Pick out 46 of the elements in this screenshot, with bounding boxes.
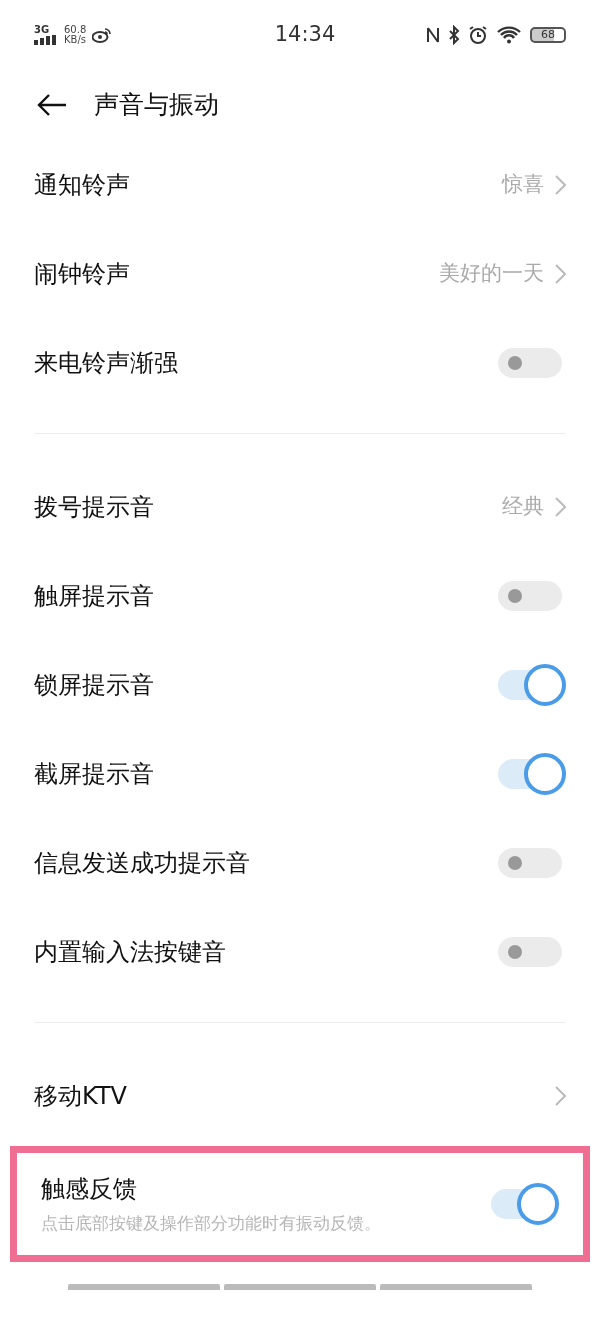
settings-row[interactable]: 移动KTV: [0, 1051, 600, 1140]
row-label: 移动KTV: [34, 1080, 128, 1112]
row-label: 来电铃声渐强: [34, 347, 179, 379]
settings-row[interactable]: 通知铃声 惊喜: [0, 140, 600, 229]
signal-icon: [34, 35, 58, 45]
row-label: 闹钟铃声: [34, 258, 131, 290]
nfc-icon: [426, 25, 440, 45]
speed-unit: KB/s: [64, 35, 87, 45]
row-label: 内置输入法按键音: [34, 936, 227, 968]
bluetooth-icon: [448, 25, 460, 45]
chevron-icon: [554, 262, 566, 285]
row-label: 触屏提示音: [34, 580, 155, 612]
battery: 68: [530, 27, 566, 43]
settings-row[interactable]: 锁屏提示音: [0, 640, 600, 729]
toggle-switch[interactable]: [498, 752, 566, 795]
settings-row[interactable]: 拨号提示音 经典: [0, 462, 600, 551]
settings-row[interactable]: 信息发送成功提示音: [0, 818, 600, 907]
eye-logo-icon: [92, 27, 113, 43]
row-label: 信息发送成功提示音: [34, 847, 251, 879]
row-label: 通知铃声: [34, 169, 131, 201]
row-description: 点击底部按键及操作部分功能时有振动反馈。: [41, 1212, 382, 1235]
settings-row[interactable]: 触感反馈 点击底部按键及操作部分功能时有振动反馈。: [35, 1161, 565, 1247]
row-label: 截屏提示音: [34, 758, 155, 790]
chevron-icon: [554, 173, 566, 196]
back-arrow-icon[interactable]: [36, 93, 68, 117]
toggle-switch[interactable]: [498, 663, 566, 706]
wifi-icon: [496, 25, 522, 45]
page-title: 声音与振动: [94, 89, 219, 122]
settings-row[interactable]: 来电铃声渐强: [0, 318, 600, 407]
settings-row[interactable]: 内置输入法按键音: [0, 907, 600, 996]
row-value: 美好的一天: [439, 259, 544, 287]
row-value: 惊喜: [502, 170, 544, 198]
row-value: 经典: [502, 492, 544, 520]
settings-row[interactable]: 截屏提示音: [0, 729, 600, 818]
row-label: 拨号提示音: [34, 491, 155, 523]
network-type: 3G: [34, 25, 50, 35]
clock: 14:34: [273, 21, 337, 49]
network-speed: 60.8: [64, 25, 87, 35]
row-label: 触感反馈: [41, 1174, 138, 1205]
alarm-icon: [468, 25, 488, 45]
chevron-icon: [554, 1084, 566, 1107]
toggle-switch[interactable]: [491, 1182, 559, 1225]
settings-row[interactable]: 闹钟铃声 美好的一天: [0, 229, 600, 318]
settings-row[interactable]: 触屏提示音: [0, 551, 600, 640]
chevron-icon: [554, 495, 566, 518]
row-label: 锁屏提示音: [34, 669, 155, 701]
